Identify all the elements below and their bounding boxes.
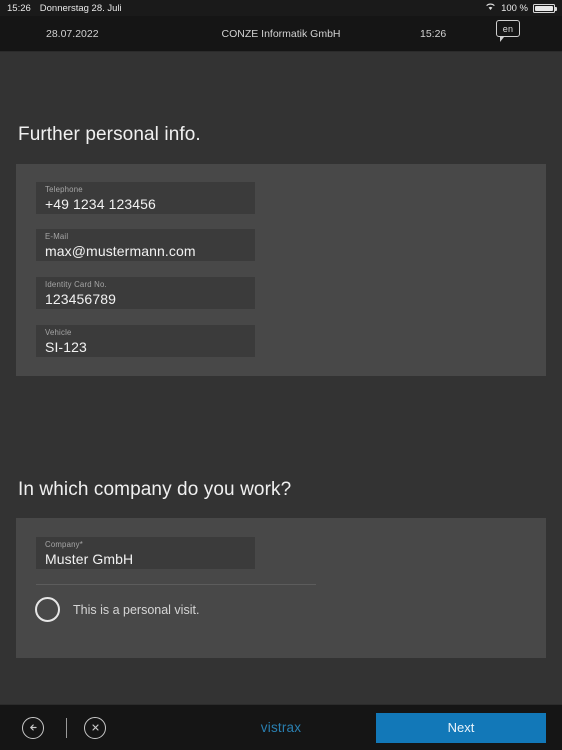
battery-percent: 100 % xyxy=(501,2,528,14)
status-time: 15:26 xyxy=(7,2,31,14)
app-header: 28.07.2022 CONZE Informatik GmbH 15:26 e… xyxy=(0,16,562,52)
identity-card-field[interactable]: Identity Card No. 123456789 xyxy=(36,277,255,309)
company-label: Company* xyxy=(45,540,84,549)
telephone-value: +49 1234 123456 xyxy=(45,196,156,212)
personal-visit-checkbox[interactable] xyxy=(35,597,60,622)
email-field[interactable]: E-Mail max@mustermann.com xyxy=(36,229,255,261)
header-company-title: CONZE Informatik GmbH xyxy=(221,27,341,40)
telephone-field[interactable]: Telephone +49 1234 123456 xyxy=(36,182,255,214)
speech-bubble-icon: en xyxy=(496,20,520,37)
wifi-icon xyxy=(485,2,496,14)
status-bar-left: 15:26 Donnerstag 28. Juli xyxy=(7,3,122,14)
status-bar-right: 100 % xyxy=(485,2,557,14)
personal-visit-label: This is a personal visit. xyxy=(73,602,200,617)
speech-bubble-tail-icon xyxy=(500,37,504,42)
os-status-bar: 15:26 Donnerstag 28. Juli 100 % xyxy=(0,0,562,16)
next-button[interactable]: Next xyxy=(376,712,546,743)
bottom-bar: vistrax Next xyxy=(0,704,562,750)
status-date: Donnerstag 28. Juli xyxy=(39,2,122,14)
personal-section-title: Further personal info. xyxy=(18,124,201,145)
company-section-title: In which company do you work? xyxy=(18,479,292,500)
vehicle-value: SI-123 xyxy=(45,339,87,355)
vehicle-field[interactable]: Vehicle SI-123 xyxy=(36,325,255,357)
main-content: Further personal info. Telephone +49 123… xyxy=(0,52,562,704)
email-label: E-Mail xyxy=(45,232,69,241)
email-value: max@mustermann.com xyxy=(45,243,196,259)
company-card: Company* Muster GmbH This is a personal … xyxy=(16,518,546,658)
vehicle-label: Vehicle xyxy=(45,328,72,337)
app-screen: 15:26 Donnerstag 28. Juli 100 % 28.07.20… xyxy=(0,0,562,750)
identity-card-value: 123456789 xyxy=(45,291,116,307)
personal-info-card: Telephone +49 1234 123456 E-Mail max@mus… xyxy=(16,164,546,376)
company-divider xyxy=(36,584,316,585)
company-field[interactable]: Company* Muster GmbH xyxy=(36,537,255,569)
language-label: en xyxy=(502,23,514,34)
language-selector-button[interactable]: en xyxy=(496,20,520,42)
telephone-label: Telephone xyxy=(45,185,83,194)
identity-card-label: Identity Card No. xyxy=(45,280,107,289)
personal-visit-checkbox-row[interactable]: This is a personal visit. xyxy=(35,597,199,622)
battery-icon xyxy=(533,3,557,13)
company-value: Muster GmbH xyxy=(45,551,134,567)
header-time: 15:26 xyxy=(420,27,447,40)
